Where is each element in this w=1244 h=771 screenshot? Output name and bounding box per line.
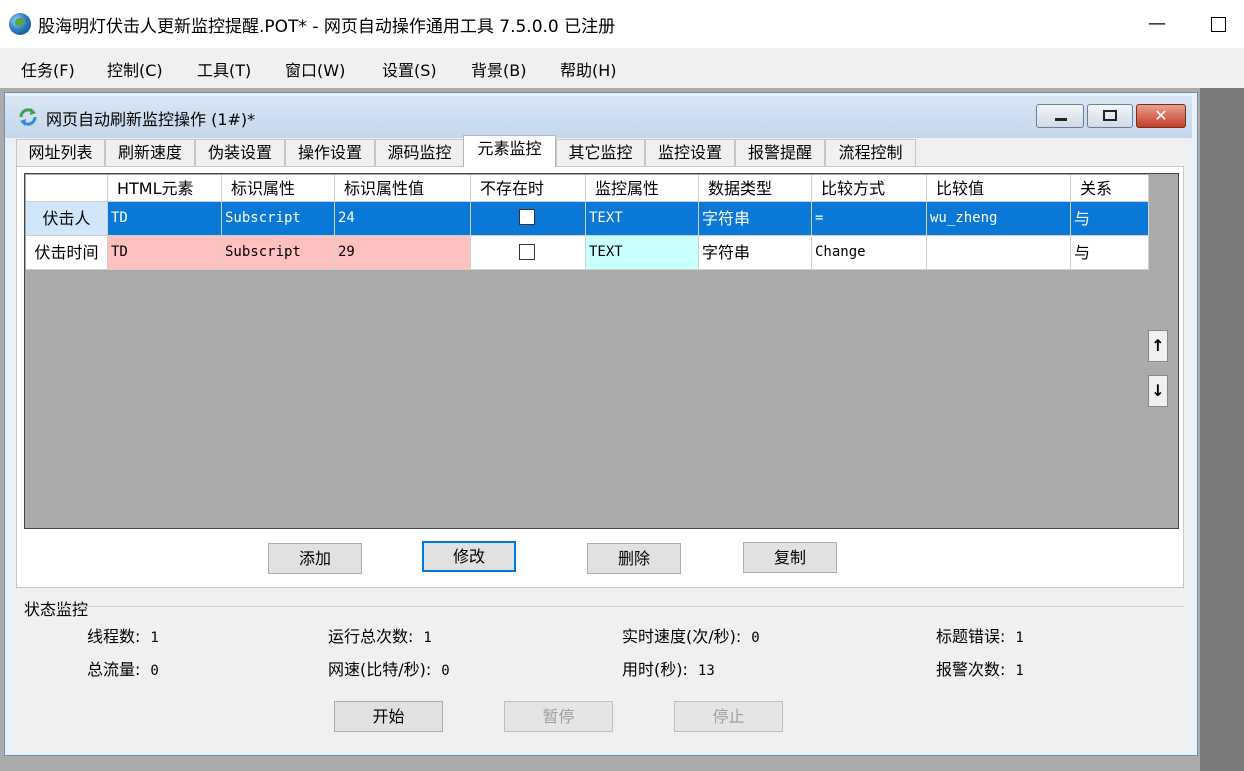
cell-relation[interactable]: 与 [1071, 236, 1149, 270]
col-header-data-type[interactable]: 数据类型 [699, 175, 812, 202]
child-restore-button[interactable] [1087, 104, 1133, 128]
start-button[interactable]: 开始 [334, 701, 443, 732]
title-errors-label: 标题错误: [936, 627, 1006, 646]
tab-monitor-settings[interactable]: 监控设置 [645, 139, 735, 166]
mdi-background [1200, 88, 1244, 771]
cell-html[interactable]: TD [108, 202, 222, 236]
net-speed-label: 网速(比特/秒): [328, 660, 432, 679]
col-header-id-attr[interactable]: 标识属性 [222, 175, 335, 202]
title-errors-value: 1 [1015, 630, 1024, 646]
cell-monitor-attr[interactable]: TEXT [586, 236, 699, 270]
cell-data-type[interactable]: 字符串 [699, 202, 812, 236]
row-header[interactable]: 伏击时间 [26, 236, 108, 270]
cell-data-type[interactable]: 字符串 [699, 236, 812, 270]
grid-corner [26, 175, 108, 202]
cell-attr[interactable]: Subscript [222, 236, 335, 270]
maximize-button[interactable] [1203, 10, 1233, 38]
speed-stat: 实时速度(次/秒): 0 [622, 623, 760, 647]
refresh-icon [19, 108, 37, 126]
delete-button[interactable]: 删除 [587, 543, 681, 574]
col-header-not-exist[interactable]: 不存在时 [471, 175, 586, 202]
alarms-stat: 报警次数: 1 [936, 656, 1024, 680]
cell-monitor-attr[interactable]: TEXT [586, 202, 699, 236]
menu-bar: 任务(F) 控制(C) 工具(T) 窗口(W) 设置(S) 背景(B) 帮助(H… [0, 48, 1244, 88]
cell-relation[interactable]: 与 [1071, 202, 1149, 236]
tab-flow-control[interactable]: 流程控制 [825, 139, 916, 166]
threads-label: 线程数: [87, 627, 141, 646]
total-runs-value: 1 [423, 630, 432, 646]
not-exist-checkbox[interactable] [519, 244, 535, 260]
not-exist-checkbox[interactable] [519, 209, 535, 225]
cell-compare-value[interactable] [927, 236, 1071, 270]
group-divider [56, 606, 1184, 607]
tab-alarm[interactable]: 报警提醒 [735, 139, 825, 166]
child-title: 网页自动刷新监控操作 (1#)* [46, 110, 256, 129]
minimize-button[interactable]: — [1142, 10, 1172, 38]
speed-value: 0 [751, 630, 760, 646]
cell-compare-value[interactable]: wu_zheng [927, 202, 1071, 236]
cell-not-exist[interactable] [471, 202, 586, 236]
total-runs-label: 运行总次数: [328, 627, 414, 646]
child-close-button[interactable]: ✕ [1136, 104, 1186, 128]
menu-settings[interactable]: 设置(S) [382, 57, 437, 81]
pause-button[interactable]: 暂停 [504, 701, 613, 732]
move-up-button[interactable]: ↑ [1148, 330, 1168, 362]
net-speed-value: 0 [441, 663, 450, 679]
traffic-value: 0 [150, 663, 159, 679]
menu-window[interactable]: 窗口(W) [285, 57, 345, 81]
alarms-value: 1 [1015, 663, 1024, 679]
globe-icon [9, 13, 31, 35]
speed-label: 实时速度(次/秒): [622, 627, 742, 646]
cell-attr-value[interactable]: 29 [335, 236, 471, 270]
close-icon: ✕ [1154, 106, 1168, 125]
col-header-compare-value[interactable]: 比较值 [927, 175, 1071, 202]
elapsed-stat: 用时(秒): 13 [622, 656, 715, 680]
threads-value: 1 [150, 630, 159, 646]
cell-compare[interactable]: Change [812, 236, 927, 270]
net-speed-stat: 网速(比特/秒): 0 [328, 656, 450, 680]
traffic-label: 总流量: [87, 660, 141, 679]
tab-operation[interactable]: 操作设置 [285, 139, 375, 166]
threads-stat: 线程数: 1 [87, 623, 159, 647]
menu-tools[interactable]: 工具(T) [197, 57, 251, 81]
cell-html[interactable]: TD [108, 236, 222, 270]
maximize-icon [1211, 17, 1226, 32]
app-title: 股海明灯伏击人更新监控提醒.POT* - 网页自动操作通用工具 7.5.0.0 … [38, 17, 616, 37]
col-header-html-element[interactable]: HTML元素 [108, 175, 222, 202]
alarms-label: 报警次数: [936, 660, 1006, 679]
col-header-id-value[interactable]: 标识属性值 [335, 175, 471, 202]
tab-source-monitor[interactable]: 源码监控 [375, 139, 464, 166]
menu-control[interactable]: 控制(C) [107, 57, 163, 81]
tab-other-monitor[interactable]: 其它监控 [556, 139, 645, 166]
status-group-title: 状态监控 [24, 600, 89, 619]
tab-refresh-speed[interactable]: 刷新速度 [105, 139, 195, 166]
stop-button[interactable]: 停止 [674, 701, 783, 732]
child-minimize-button[interactable] [1036, 104, 1084, 128]
move-down-button[interactable]: ↓ [1148, 375, 1168, 407]
tab-url-list[interactable]: 网址列表 [16, 139, 105, 166]
edit-button[interactable]: 修改 [422, 541, 516, 572]
col-header-compare[interactable]: 比较方式 [812, 175, 927, 202]
menu-task[interactable]: 任务(F) [21, 57, 75, 81]
menu-help[interactable]: 帮助(H) [560, 57, 617, 81]
cell-attr-value[interactable]: 24 [335, 202, 471, 236]
tab-disguise[interactable]: 伪装设置 [195, 139, 285, 166]
col-header-relation[interactable]: 关系 [1071, 175, 1149, 202]
traffic-stat: 总流量: 0 [87, 656, 159, 680]
tab-element-monitor[interactable]: 元素监控 [463, 135, 556, 167]
col-header-monitor-attr[interactable]: 监控属性 [586, 175, 699, 202]
copy-button[interactable]: 复制 [743, 542, 837, 573]
cell-compare[interactable]: = [812, 202, 927, 236]
row-header[interactable]: 伏击人 [26, 202, 108, 236]
menu-background[interactable]: 背景(B) [471, 57, 526, 81]
cell-attr[interactable]: Subscript [222, 202, 335, 236]
total-runs-stat: 运行总次数: 1 [328, 623, 432, 647]
cell-not-exist[interactable] [471, 236, 586, 270]
title-errors-stat: 标题错误: 1 [936, 623, 1024, 647]
add-button[interactable]: 添加 [268, 543, 362, 574]
elapsed-value: 13 [697, 663, 715, 679]
elapsed-label: 用时(秒): [622, 660, 688, 679]
